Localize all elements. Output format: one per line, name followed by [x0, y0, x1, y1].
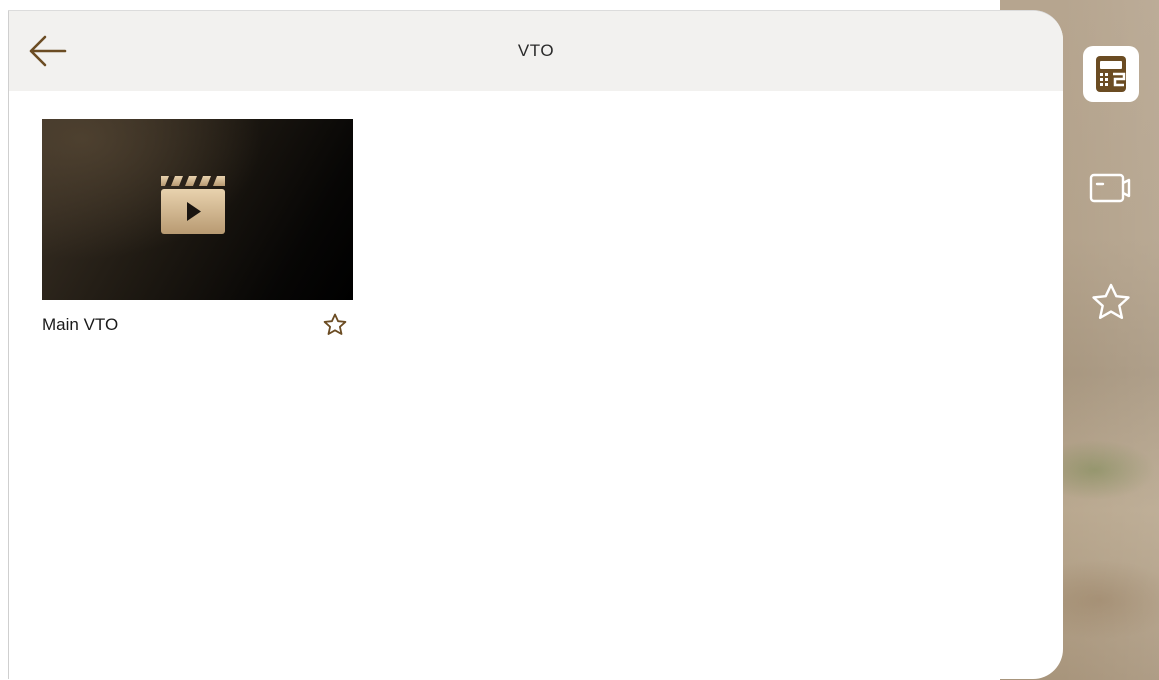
sidebar-item-intercom[interactable] [1083, 46, 1139, 102]
intercom-device-icon [1096, 56, 1126, 92]
sidebar-item-favorites[interactable] [1083, 276, 1139, 332]
main-panel: VTO Main VTO [8, 10, 1063, 679]
page-title: VTO [517, 41, 555, 60]
device-card[interactable]: Main VTO [42, 119, 354, 349]
header-bar: VTO [9, 11, 1063, 91]
device-thumbnail[interactable] [42, 119, 353, 300]
sidebar-item-camera[interactable] [1083, 160, 1139, 216]
device-name: Main VTO [42, 315, 119, 334]
star-outline-icon [323, 313, 347, 335]
screen: VTO Main VTO [0, 0, 1159, 680]
favorite-button[interactable] [322, 312, 348, 338]
video-clapper-play-icon [161, 176, 225, 234]
star-outline-icon [1092, 283, 1130, 319]
video-camera-icon [1089, 173, 1131, 203]
